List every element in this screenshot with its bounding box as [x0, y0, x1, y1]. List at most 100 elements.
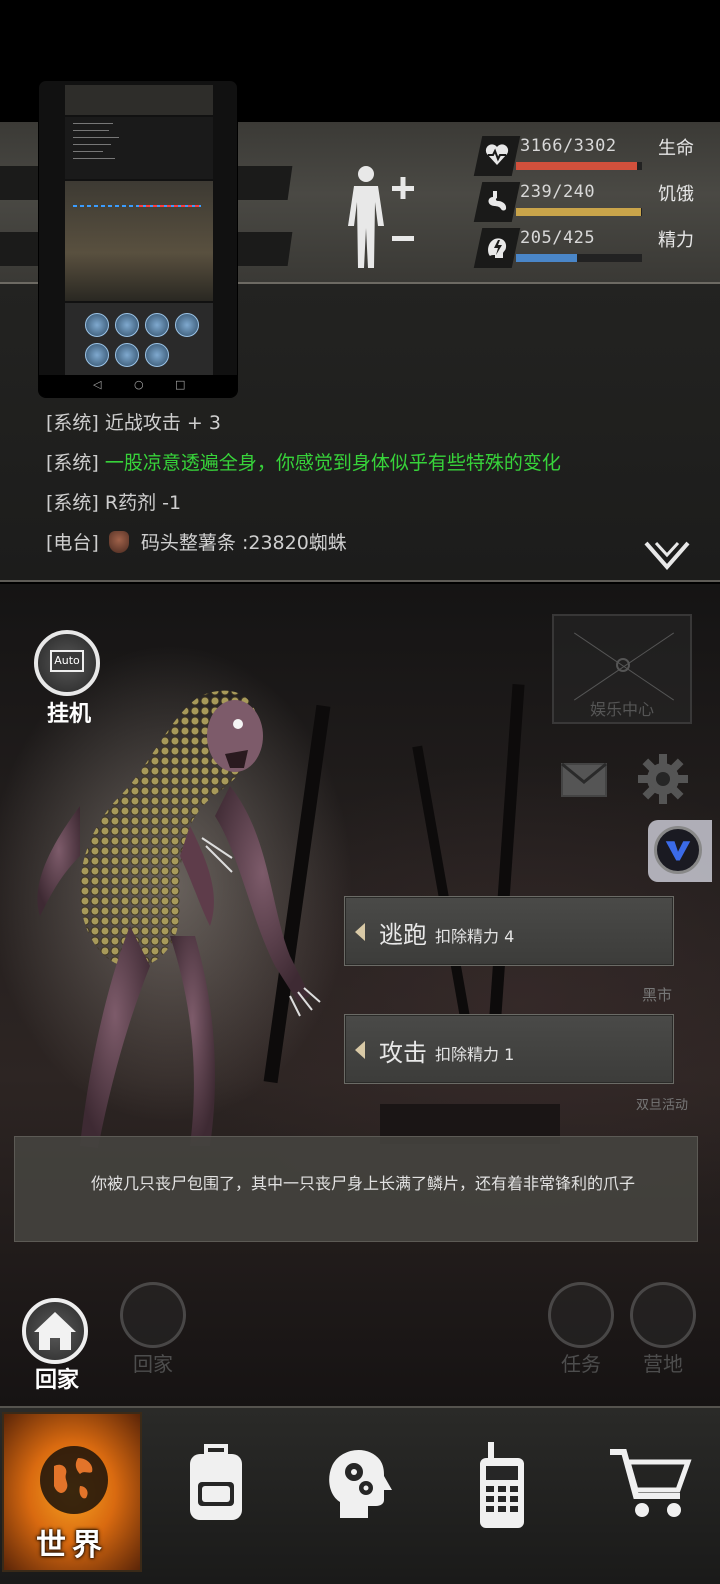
house-glyph [34, 1312, 76, 1350]
v-logo-icon [654, 826, 702, 874]
auto-icon: Auto [34, 630, 100, 696]
thumb-status [65, 85, 213, 115]
log-tag: [电台] [46, 532, 99, 554]
back-icon: ◁ [93, 378, 102, 391]
stamina-label: 精力 [658, 230, 694, 251]
bottom-nav: 世界 [0, 1406, 720, 1584]
double-event-label[interactable]: 双旦活动 [636, 1094, 688, 1113]
log-tag: [系统] [46, 452, 99, 474]
body-figure-icon[interactable] [340, 162, 420, 272]
log-line: [系统] R药剂 -1 [46, 488, 181, 515]
auto-idle-button[interactable]: Auto 挂机 [34, 630, 104, 727]
scaled-zombie-monster [37, 690, 321, 1148]
hunger-label: 饥饿 [658, 184, 694, 205]
auto-badge: Auto [50, 650, 84, 672]
brain-bolt-icon [488, 238, 507, 258]
screenshot-thumbnail[interactable]: ◁ ○ □ [38, 80, 238, 398]
flee-label: 逃跑 [379, 921, 427, 949]
v-glyph [665, 841, 691, 861]
hunger-bar [516, 208, 642, 216]
attack-cost: 扣除精力 1 [435, 1045, 515, 1064]
thumb-orb [175, 313, 199, 337]
recent-apps-icon: □ [175, 378, 186, 391]
nav-world-label: 世界 [36, 1528, 108, 1563]
entertainment-center-button[interactable]: 娱乐中心 [552, 614, 692, 724]
chevron-down-icon[interactable] [644, 540, 690, 570]
mail-icon[interactable] [560, 762, 608, 798]
go-home-label: 回家 [34, 1368, 79, 1393]
hunger-value: 239/240 [520, 182, 596, 202]
log-tag: [系统] [46, 412, 99, 434]
thumb-orb [115, 313, 139, 337]
stamina-bar [516, 254, 642, 262]
hp-label: 生命 [658, 138, 694, 159]
ghost-task-button: 任务 [546, 1282, 616, 1376]
heart-pulse-icon [485, 144, 509, 165]
house-icon [120, 1282, 186, 1348]
hp-value: 3166/3302 [520, 136, 617, 156]
auto-label: 挂机 [46, 702, 91, 727]
radio-icon [480, 1442, 524, 1528]
arrow-left-icon [355, 923, 365, 941]
nav-shop[interactable] [576, 1412, 716, 1572]
task-icon [548, 1282, 614, 1348]
ghost-camp-button: 营地 [628, 1282, 698, 1376]
center-circle [616, 658, 630, 672]
thumb-navbar: ◁ ○ □ [39, 375, 237, 397]
log-text: 一股凉意透遍全身，你感觉到身体似乎有些特殊的变化 [104, 452, 561, 474]
floating-assistant-button[interactable] [648, 820, 712, 882]
ghost-camp-label: 营地 [643, 1352, 683, 1376]
home-circle-icon: ○ [134, 378, 144, 391]
log-text: 近战攻击 + 3 [104, 412, 221, 434]
tree-silhouette [487, 684, 525, 1044]
hp-bar [516, 162, 642, 170]
entertainment-center-label: 娱乐中心 [589, 700, 654, 719]
stamina-stat: 205/425 精力 [473, 228, 698, 270]
thumb-scene [65, 181, 213, 301]
black-market-label[interactable]: 黑市 [642, 984, 672, 1005]
stamina-bar-fill [516, 254, 577, 262]
thumb-orb [115, 343, 139, 367]
battle-scene: Auto 挂机 娱乐中心 黑市 双旦活动 逃跑 扣除精力 4 攻击 扣除精力 1… [0, 584, 720, 1406]
thumb-skill-tray [65, 303, 213, 375]
log-text: 码头整薯条 :23820蜘蛛 [140, 532, 347, 554]
hp-bar-fill [516, 162, 637, 170]
ghost-home-button: 回家 [118, 1282, 188, 1376]
nav-backpack[interactable] [146, 1412, 286, 1572]
flee-button[interactable]: 逃跑 扣除精力 4 [344, 896, 674, 966]
thumb-line [139, 205, 201, 207]
cart-icon [610, 1449, 692, 1517]
house-icon [22, 1298, 88, 1364]
arrow-left-icon [355, 1041, 365, 1059]
hp-stat: 3166/3302 生命 [473, 136, 698, 178]
log-line: [系统] 一股凉意透遍全身，你感觉到身体似乎有些特殊的变化 [46, 448, 561, 475]
nav-world[interactable]: 世界 [2, 1412, 142, 1572]
attack-label: 攻击 [379, 1039, 427, 1067]
log-text: R药剂 -1 [104, 492, 182, 514]
ghost-home-label: 回家 [133, 1352, 173, 1376]
ghost-task-label: 任务 [561, 1352, 601, 1376]
thumb-orb [145, 313, 169, 337]
go-home-button[interactable]: 回家 [22, 1298, 92, 1393]
log-line: [电台] 码头整薯条 :23820蜘蛛 [46, 528, 347, 555]
nav-radio[interactable] [432, 1412, 572, 1572]
nav-skills[interactable] [290, 1412, 430, 1572]
thumb-orb [85, 313, 109, 337]
gear-icon[interactable] [636, 752, 690, 806]
flee-cost: 扣除精力 4 [435, 927, 515, 946]
log-line: [系统] 近战攻击 + 3 [46, 408, 221, 435]
stomach-icon [488, 191, 507, 211]
hunger-stat: 239/240 饥饿 [473, 182, 698, 224]
story-text-box: 你被几只丧尸包围了，其中一只丧尸身上长满了鳞片，还有着非常锋利的爪子 [14, 1136, 698, 1242]
radio-avatar-icon [108, 531, 129, 553]
globe-icon [40, 1446, 108, 1514]
story-text: 你被几只丧尸包围了，其中一只丧尸身上长满了鳞片，还有着非常锋利的爪子 [90, 1174, 635, 1193]
thumb-log [65, 117, 213, 179]
attack-button[interactable]: 攻击 扣除精力 1 [344, 1014, 674, 1084]
backpack-icon [190, 1444, 242, 1520]
hunger-bar-fill [516, 208, 642, 216]
log-tag: [系统] [46, 492, 99, 514]
thumb-orb [145, 343, 169, 367]
stamina-value: 205/425 [520, 228, 596, 248]
thumb-orb [85, 343, 109, 367]
